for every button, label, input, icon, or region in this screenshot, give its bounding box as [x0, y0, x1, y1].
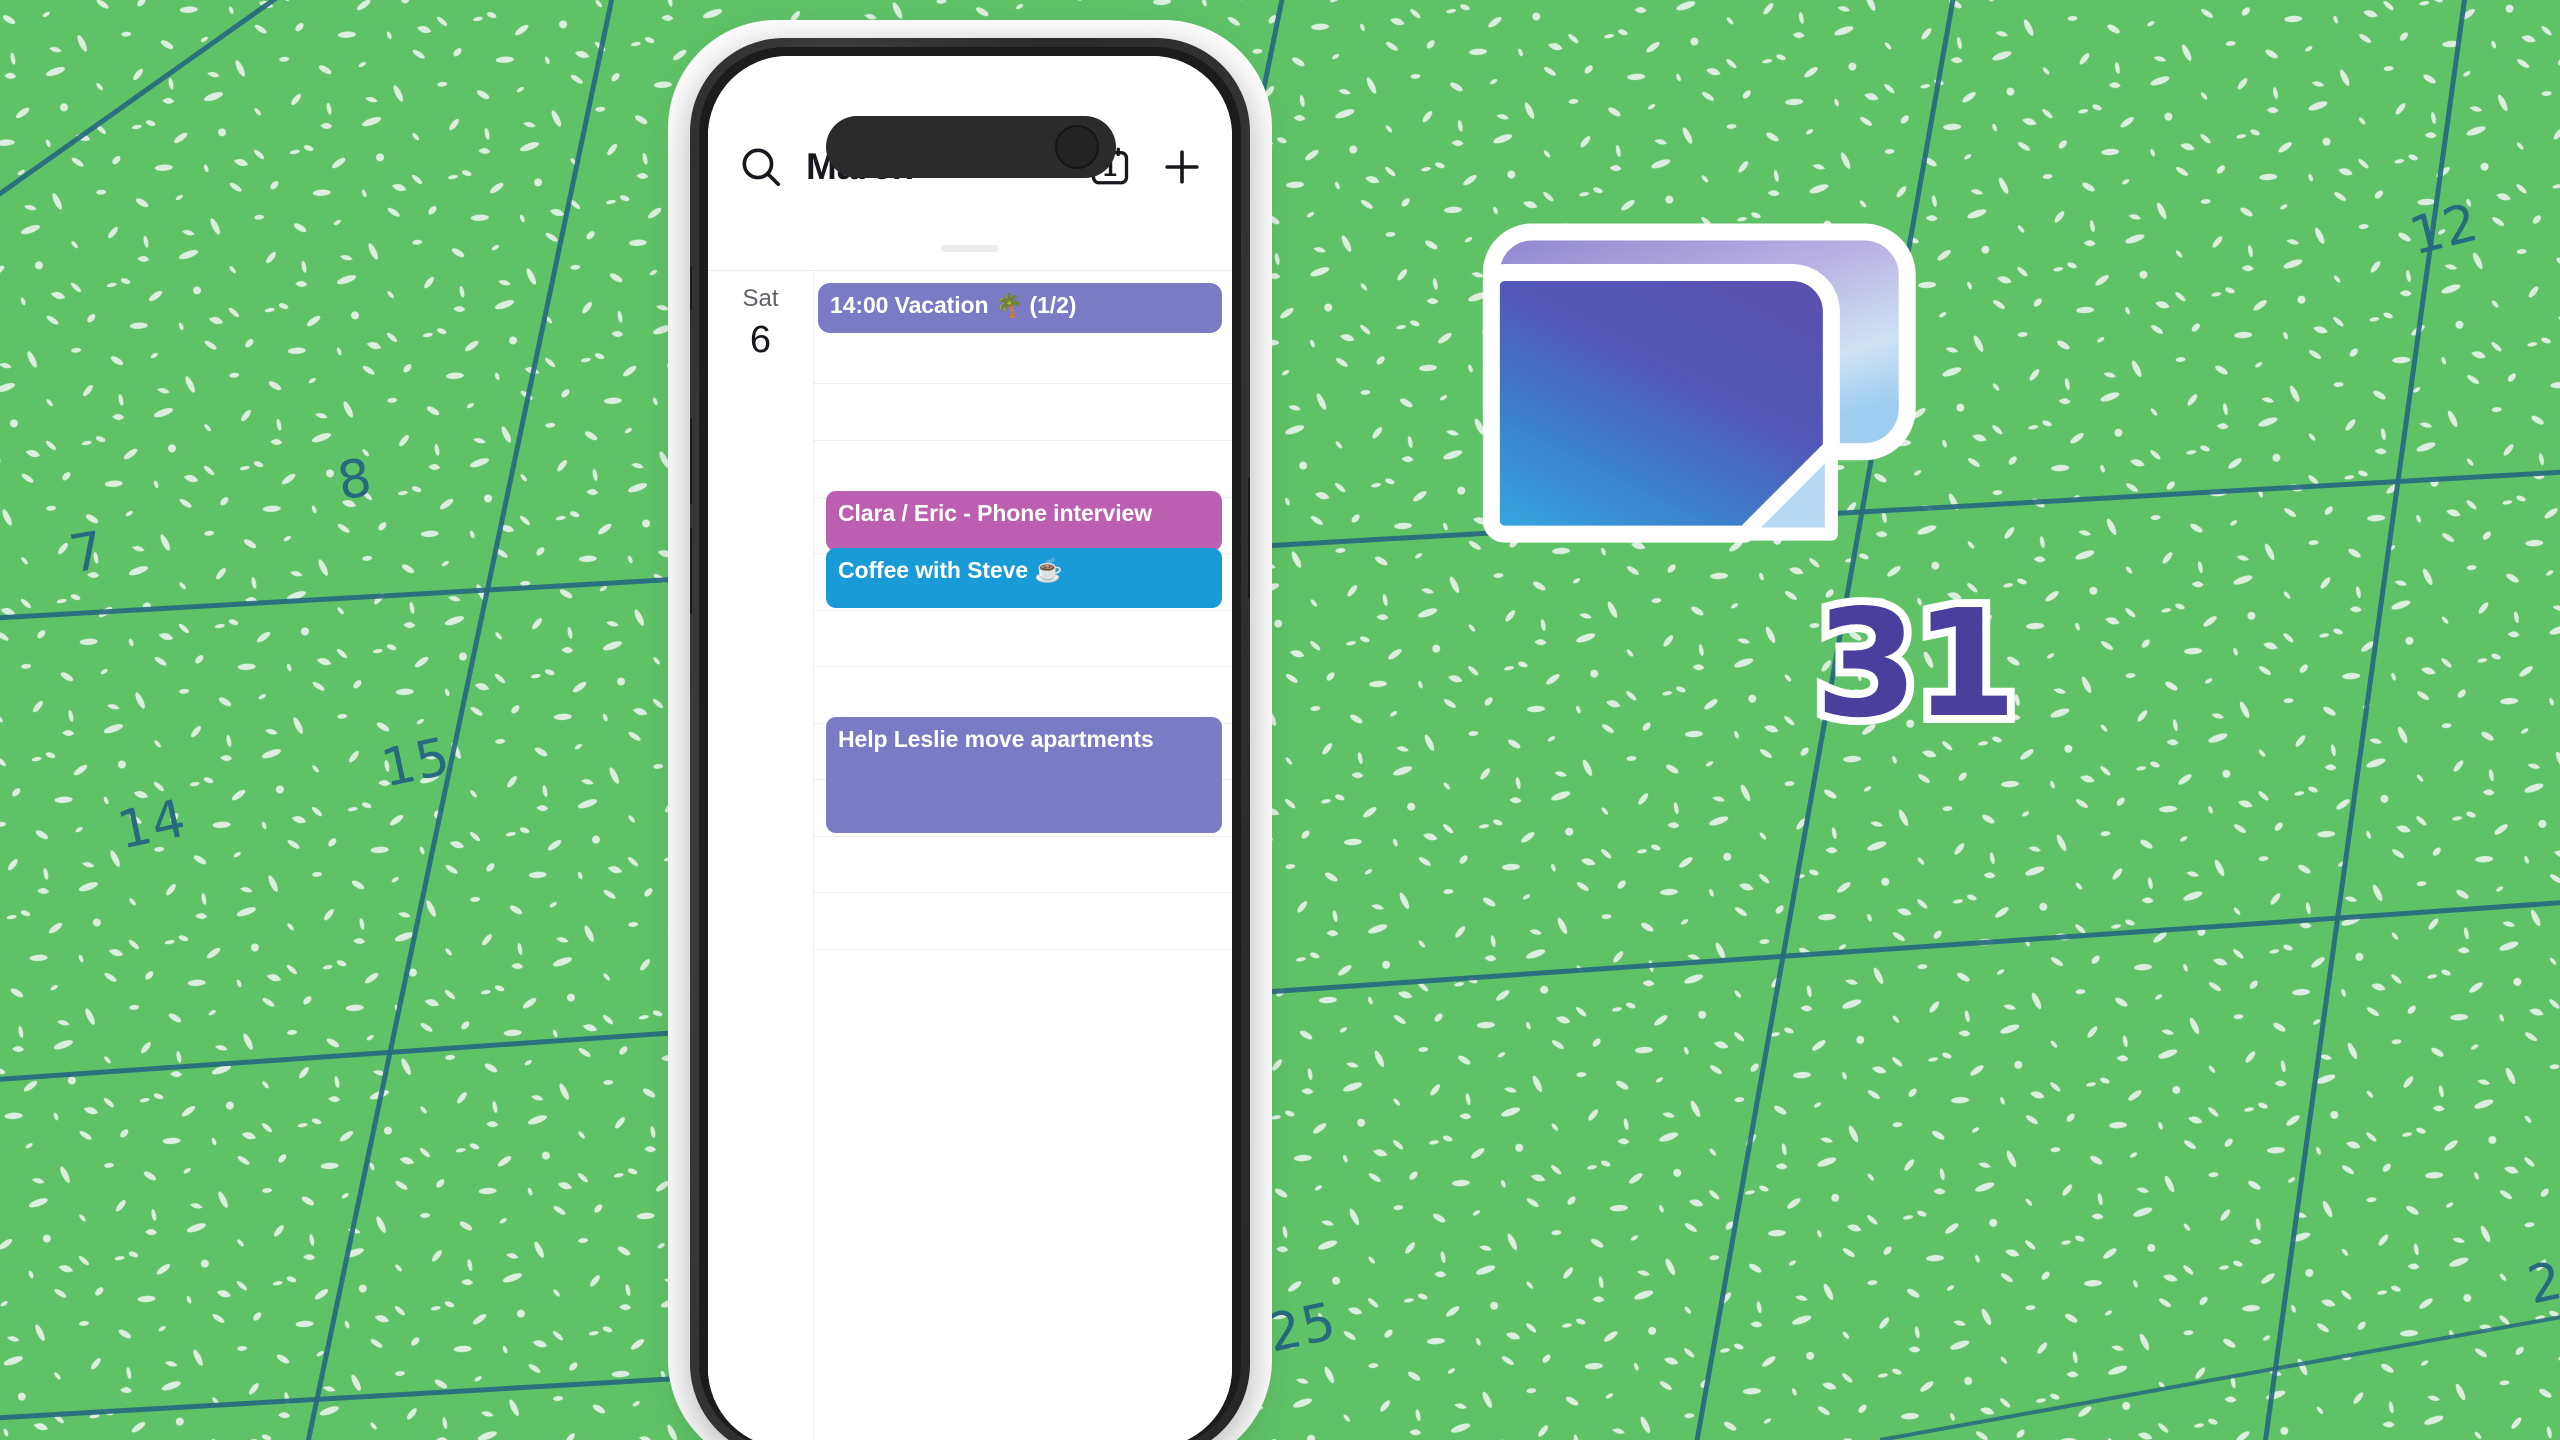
hour-gridline — [814, 440, 1232, 441]
hour-gridline — [814, 666, 1232, 667]
hour-gridline — [814, 949, 1232, 950]
calendar-event[interactable]: Help Leslie move apartments — [826, 717, 1222, 833]
phone-power-button[interactable] — [1248, 478, 1250, 598]
phone-volume-up-button[interactable] — [690, 418, 692, 504]
sheet-drag-handle-row — [708, 226, 1232, 270]
hour-gridline — [814, 892, 1232, 893]
calendar-app: March 1 — [708, 56, 1232, 1440]
day-header: Sat 6 — [708, 271, 813, 362]
day-weekday: Sat — [742, 285, 779, 312]
hour-gridline — [814, 383, 1232, 384]
map-grid-lines — [0, 0, 2560, 1440]
drag-handle[interactable] — [941, 244, 999, 252]
calendar-event[interactable]: Clara / Eric - Phone interview — [826, 491, 1222, 551]
logo-badge-number: 31 — [1815, 578, 2017, 750]
outlook-calendar-logo — [1378, 223, 2033, 572]
calendar-day-view: Sat 6 14:00 Vacation 🌴 (1/2) Clara / Eri… — [708, 270, 1232, 1440]
calendar-event[interactable]: Coffee with Steve ☕ — [826, 548, 1222, 608]
status-bar-safe-area — [708, 56, 1232, 108]
phone-screen: March 1 — [708, 56, 1232, 1440]
event-title: Clara / Eric - Phone interview — [838, 500, 1152, 526]
hour-gridline — [814, 836, 1232, 837]
plus-icon[interactable] — [1158, 143, 1206, 191]
hour-gridline — [814, 610, 1232, 611]
phone-silent-switch[interactable] — [690, 266, 692, 310]
search-icon[interactable] — [738, 144, 784, 190]
event-title: 14:00 Vacation 🌴 (1/2) — [830, 292, 1077, 318]
dynamic-island — [826, 116, 1116, 178]
calendar-event[interactable]: 14:00 Vacation 🌴 (1/2) — [818, 283, 1222, 333]
screenshot-stage: 12 8 7 19 18 15 14 25 24 — [0, 0, 2560, 1440]
day-gutter: Sat 6 — [708, 271, 814, 1440]
event-title: Help Leslie move apartments — [838, 726, 1154, 752]
outlook-logo-glyph — [1482, 223, 1916, 543]
phone-body: March 1 — [690, 38, 1250, 1440]
phone-mockup: March 1 — [668, 20, 1272, 1440]
phone-volume-down-button[interactable] — [690, 528, 692, 614]
day-number: 6 — [749, 319, 772, 361]
background-map: 12 8 7 19 18 15 14 25 24 — [0, 0, 2560, 1440]
event-title: Coffee with Steve ☕ — [838, 557, 1063, 583]
